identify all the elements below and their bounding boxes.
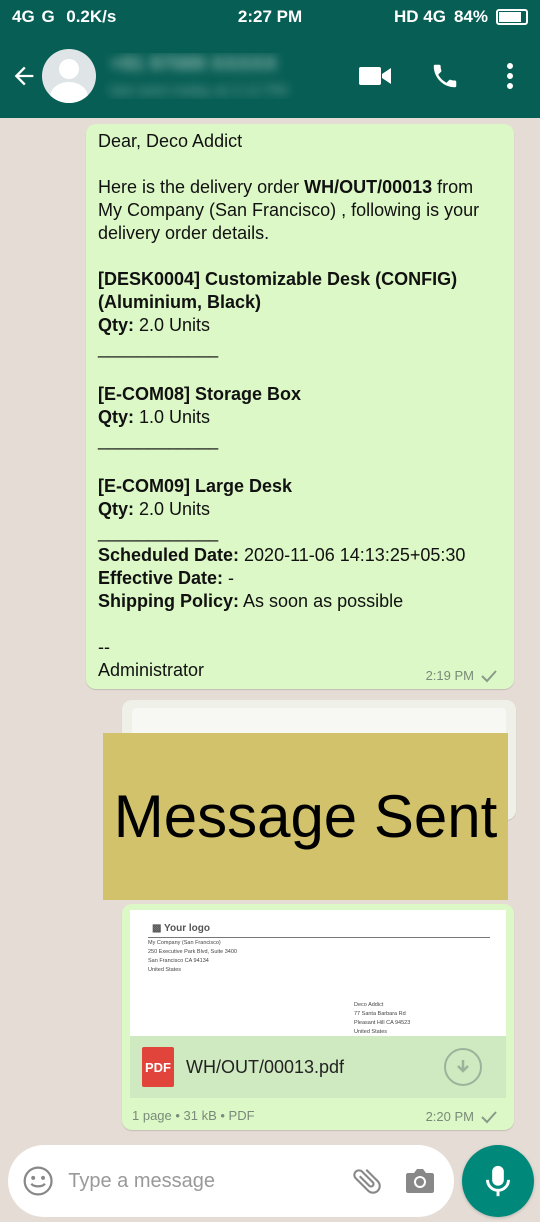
contact-last-seen: last seen today at 2:12 PM [110, 82, 288, 99]
message-time: 2:20 PM [425, 1109, 474, 1124]
paperclip-icon [353, 1168, 381, 1194]
scheduled-date: 2020-11-06 14:13:25+05:30 [239, 545, 466, 565]
item-1-name: [DESK0004] Customizable Desk (CONFIG) (A… [98, 269, 463, 312]
item-1-qty: 2.0 Units [134, 315, 211, 335]
contact-info[interactable]: +91 97089 XXXXX last seen today at 2:12 … [96, 53, 340, 99]
effective-date: - [223, 568, 235, 588]
item-3-name: [E-COM09] Large Desk [98, 476, 293, 496]
message-sent-banner: Message Sent [103, 733, 508, 900]
video-call-button[interactable] [340, 34, 410, 118]
preview-logo: ▩ Your logo [152, 923, 210, 934]
pdf-preview[interactable]: ▩ Your logo My Company (San Francisco) 2… [130, 910, 506, 1036]
contact-name: +91 97089 XXXXX [110, 53, 278, 75]
chat-header: +91 97089 XXXXX last seen today at 2:12 … [0, 34, 540, 118]
voice-call-button[interactable] [410, 34, 480, 118]
shipping-policy: As soon as possible [239, 591, 404, 611]
voice-record-button[interactable] [462, 1145, 534, 1217]
preview-recipient-address: Deco Addict 77 Santa Barbara Rd Pleasant… [354, 1002, 411, 1035]
status-right: HD 4G 84% [394, 7, 528, 27]
preview-divider [148, 937, 490, 938]
contact-avatar[interactable] [42, 49, 96, 103]
emoji-icon[interactable] [22, 1163, 54, 1199]
pdf-file-row[interactable]: PDF WH/OUT/00013.pdf [130, 1036, 506, 1098]
network-status-text: 4G G 0.2K/s [12, 7, 117, 26]
attach-button[interactable] [347, 1159, 386, 1203]
battery-level-fill [499, 12, 521, 22]
phone-icon [433, 64, 457, 88]
battery-icon [496, 9, 528, 25]
signature: Administrator [98, 660, 205, 680]
outgoing-message-delivery-order[interactable]: Dear, Deco Addict Here is the delivery o… [86, 124, 514, 689]
item-2-qty: 1.0 Units [134, 407, 211, 427]
sent-tick-icon [481, 1110, 497, 1123]
status-left: 4G G 0.2K/s [12, 7, 116, 27]
status-bar: 4G G 0.2K/s 2:27 PM HD 4G 84% [0, 0, 540, 34]
microphone-icon [486, 1165, 510, 1197]
back-arrow-icon[interactable] [0, 34, 48, 118]
hd-network-text: HD 4G [394, 7, 446, 26]
pdf-file-icon: PDF [142, 1047, 174, 1087]
message-meta: 2:19 PM [426, 668, 498, 683]
outgoing-message-pdf[interactable]: ▩ Your logo My Company (San Francisco) 2… [122, 904, 514, 1130]
battery-percent: 84% [453, 7, 488, 26]
video-camera-icon [359, 67, 391, 85]
compose-bar [8, 1145, 454, 1217]
download-arrow-icon [457, 1060, 469, 1073]
message-meta: 2:20 PM [426, 1109, 498, 1124]
file-meta: 1 page • 31 kB • PDF [132, 1108, 255, 1123]
pdf-file-name: WH/OUT/00013.pdf [186, 1056, 345, 1077]
camera-icon [406, 1169, 435, 1193]
kebab-menu-icon [507, 63, 513, 89]
more-options-button[interactable] [480, 34, 540, 118]
preview-sender-address: My Company (San Francisco) 250 Executive… [148, 940, 237, 973]
header-actions [340, 34, 540, 118]
message-input[interactable] [54, 1169, 334, 1193]
chat-area[interactable]: Dear, Deco Addict Here is the delivery o… [0, 118, 540, 1140]
download-button[interactable] [444, 1048, 482, 1086]
item-3-qty: 2.0 Units [134, 499, 211, 519]
message-text: Dear, Deco Addict Here is the delivery o… [98, 131, 485, 680]
message-time: 2:19 PM [425, 668, 474, 683]
sent-tick-icon [481, 669, 497, 682]
order-reference: WH/OUT/00013 [304, 177, 433, 197]
item-2-name: [E-COM08] Storage Box [98, 384, 302, 404]
camera-button[interactable] [401, 1159, 440, 1203]
